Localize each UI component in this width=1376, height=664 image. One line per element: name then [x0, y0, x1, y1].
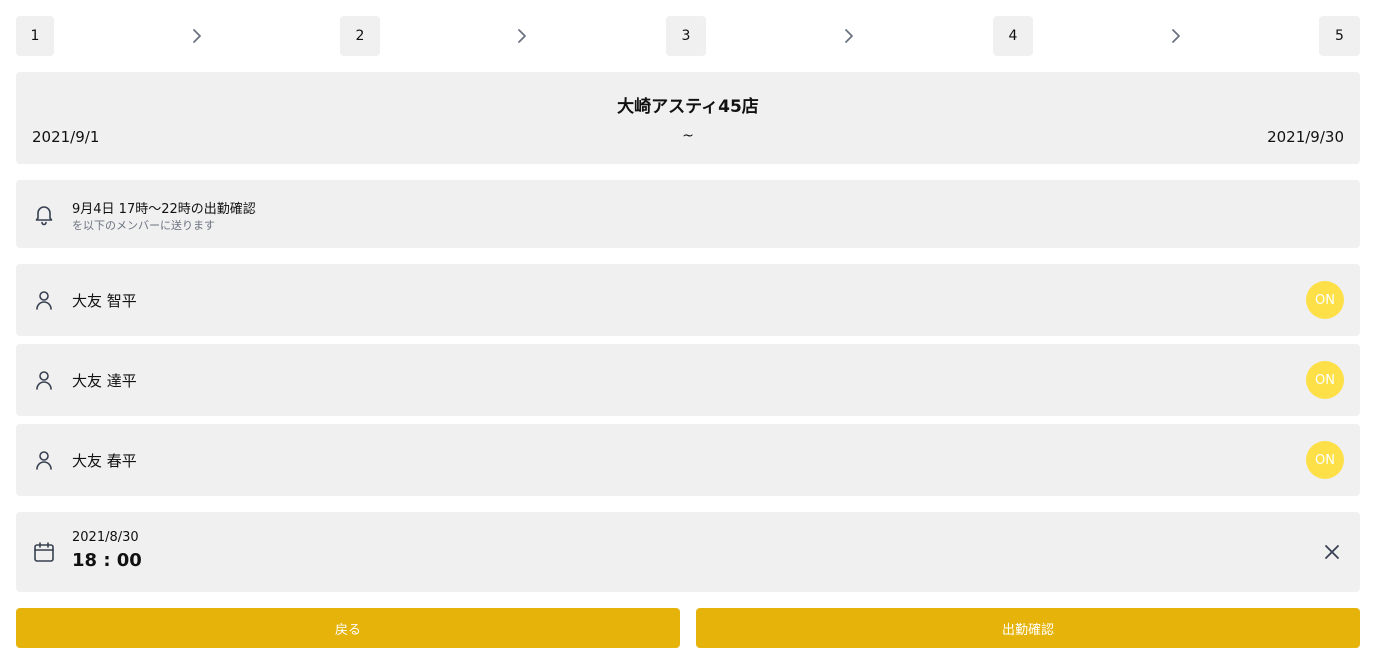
datetime-card[interactable]: 2021/8/30 18 : 00 — [16, 512, 1360, 592]
store-card: 大崎アスティ45店 2021/9/1 ~ 2021/9/30 — [16, 72, 1360, 164]
chevron-right-icon — [189, 28, 205, 44]
confirm-attendance-button[interactable]: 出勤確認 — [696, 608, 1360, 648]
store-name: 大崎アスティ45店 — [617, 97, 759, 117]
user-icon — [32, 288, 56, 312]
member-name: 大友 達平 — [72, 372, 137, 390]
chevron-right-icon — [841, 28, 857, 44]
step-1[interactable]: 1 — [16, 16, 54, 56]
step-3[interactable]: 3 — [666, 16, 706, 56]
notice-message: 9月4日 17時〜22時の出勤確認 — [72, 202, 256, 217]
member-toggle[interactable]: ON — [1306, 281, 1344, 319]
chevron-right-icon — [1168, 28, 1184, 44]
period-separator: ~ — [682, 128, 694, 144]
period-end: 2021/9/30 — [1267, 128, 1344, 146]
notice-subtext: を以下のメンバーに送ります — [72, 219, 215, 232]
step-4[interactable]: 4 — [993, 16, 1033, 56]
member-row: 大友 智平 ON — [16, 264, 1360, 336]
user-icon — [32, 368, 56, 392]
step-2[interactable]: 2 — [340, 16, 380, 56]
calendar-icon — [32, 540, 56, 564]
datetime-date: 2021/8/30 — [72, 530, 139, 545]
chevron-right-icon — [514, 28, 530, 44]
notice-card: 9月4日 17時〜22時の出勤確認 を以下のメンバーに送ります — [16, 180, 1360, 248]
member-toggle[interactable]: ON — [1306, 441, 1344, 479]
member-name: 大友 智平 — [72, 292, 137, 310]
back-button[interactable]: 戻る — [16, 608, 680, 648]
step-5[interactable]: 5 — [1319, 16, 1360, 56]
member-row: 大友 春平 ON — [16, 424, 1360, 496]
stepper: 1 2 3 4 5 — [16, 16, 1360, 56]
member-name: 大友 春平 — [72, 452, 137, 470]
user-icon — [32, 448, 56, 472]
member-toggle[interactable]: ON — [1306, 361, 1344, 399]
member-row: 大友 達平 ON — [16, 344, 1360, 416]
datetime-time: 18 : 00 — [72, 550, 142, 571]
close-icon[interactable] — [1320, 540, 1344, 564]
bell-icon — [32, 202, 56, 226]
